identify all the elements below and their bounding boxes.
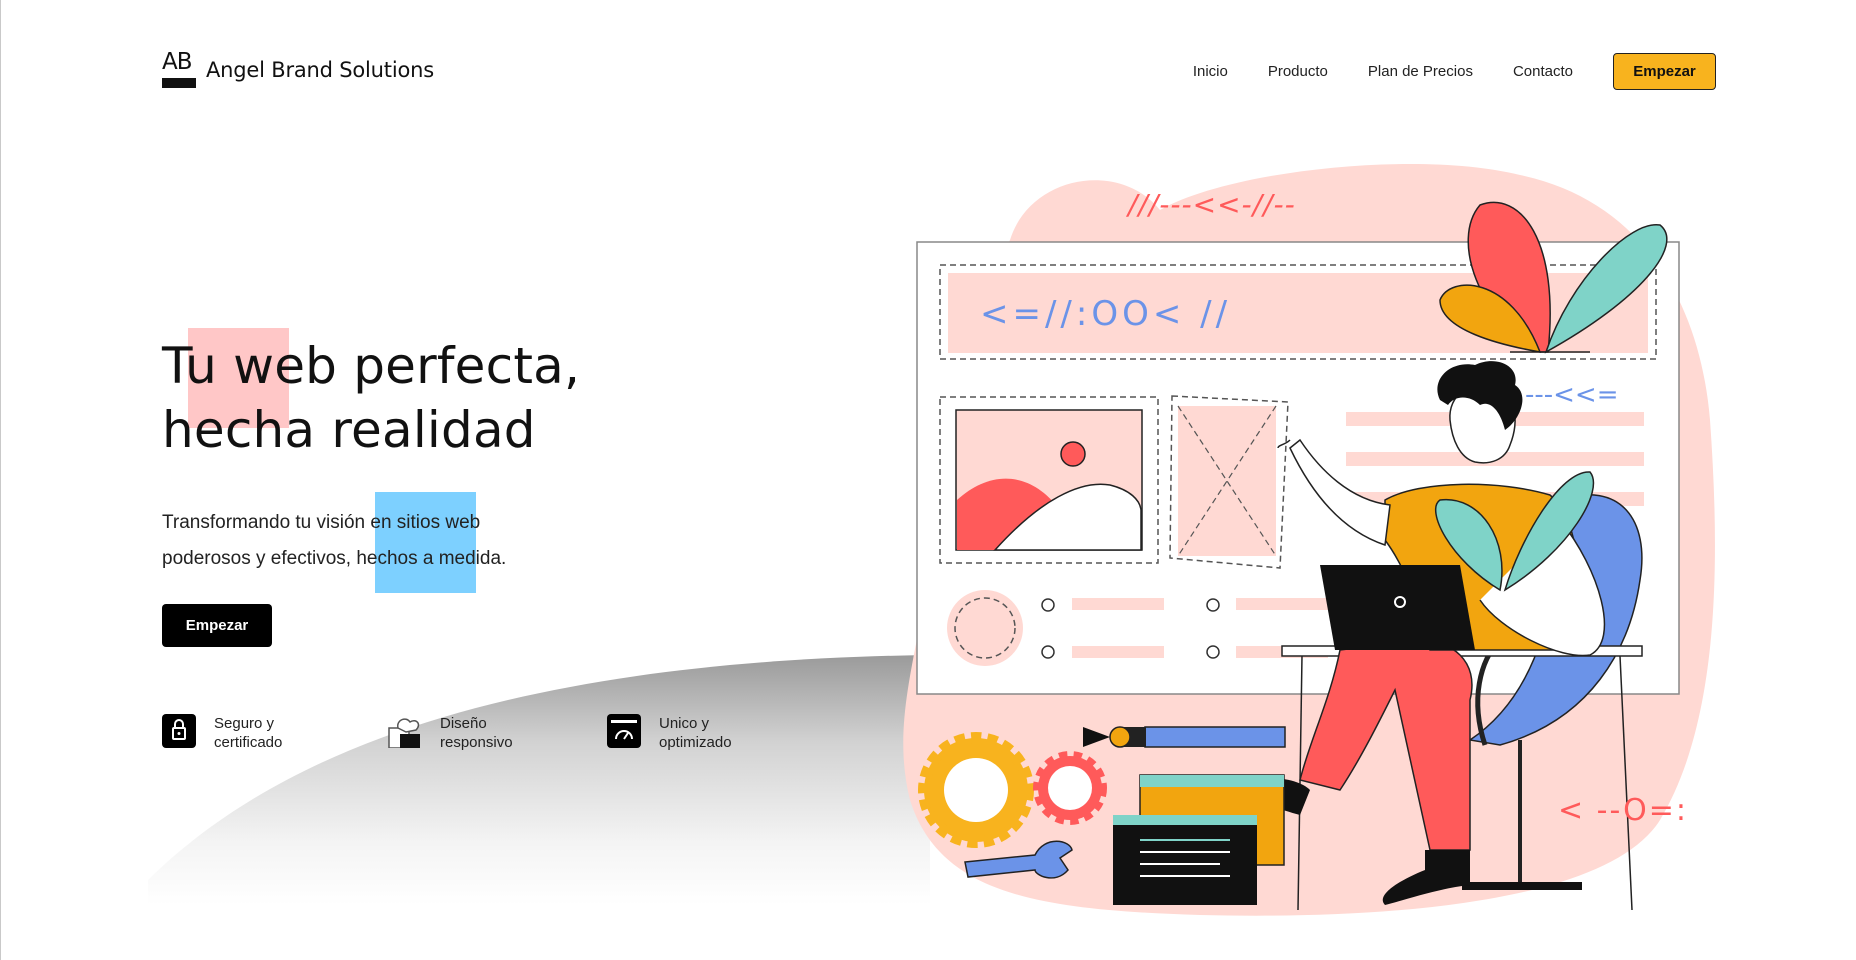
puzzle-icon — [388, 718, 420, 748]
hero-title-line1: Tu web perfecta, — [162, 337, 581, 395]
image-sun — [1060, 441, 1086, 467]
pen-tool-bar — [1144, 726, 1286, 748]
hero-start-button[interactable]: Empezar — [162, 604, 272, 647]
deco-bottom-text: < --O=: — [1558, 793, 1688, 828]
speedometer-icon — [607, 714, 641, 748]
feature-optimized: Unico y optimizado — [607, 714, 749, 752]
gray-swoosh — [148, 655, 930, 905]
banner-code-text: <=//:OO< // — [980, 294, 1231, 334]
feature-responsive: Diseño responsivo — [388, 714, 530, 752]
deco-top-text: ///---<<-//-- — [1125, 188, 1296, 221]
feature-label: Unico y optimizado — [659, 715, 732, 751]
hero-title: Tu web perfecta, hecha realidad — [162, 334, 580, 462]
feature-label: Seguro y certificado — [214, 715, 283, 751]
feature-secure: Seguro y certificado — [162, 714, 304, 752]
hero-title-line2: hecha realidad — [162, 401, 536, 459]
deco-right-text: ---<<= — [1525, 380, 1619, 410]
hero-illustration: <=//:OO< // ///---<<-//-- ---<<= < --O=: — [148, 163, 1715, 916]
lock-icon — [162, 714, 196, 748]
terminal-window-black — [1113, 815, 1257, 905]
hero-subtitle: Transformando tu visión en sitios web po… — [162, 512, 507, 569]
feature-label: Diseño responsivo — [440, 715, 513, 751]
avatar-placeholder — [947, 590, 1023, 666]
laptop — [1320, 565, 1475, 650]
